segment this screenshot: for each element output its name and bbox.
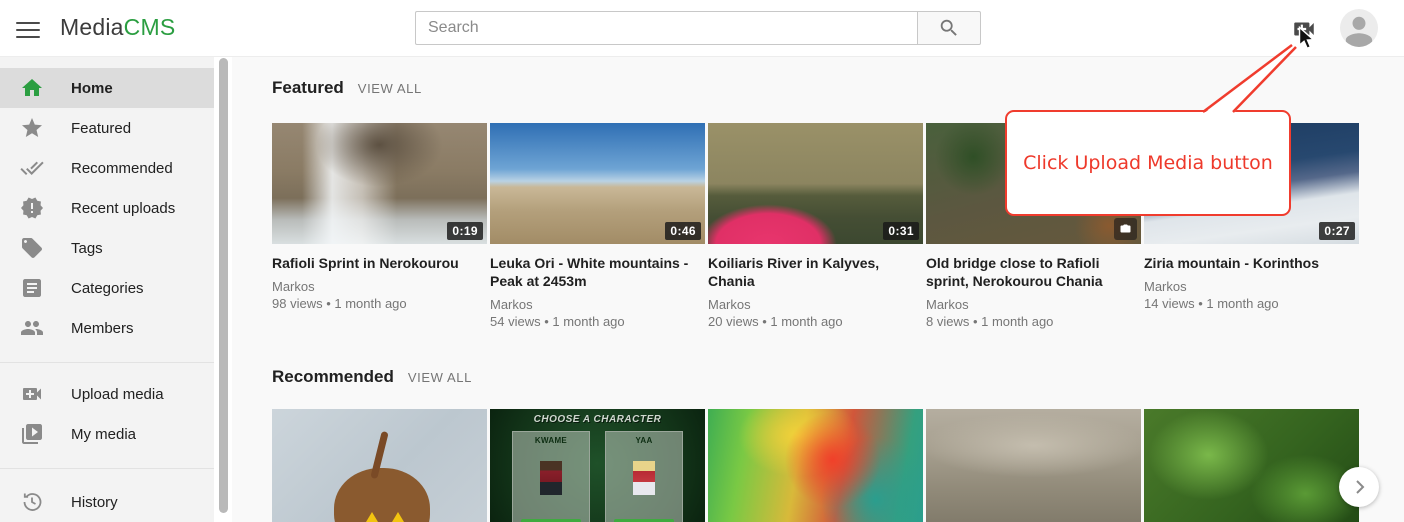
- annotation-text: Click Upload Media button: [1023, 152, 1273, 174]
- scrollbar-thumb[interactable]: [219, 58, 228, 513]
- character-panel: KWAME Selected: [512, 431, 590, 522]
- media-card: [272, 409, 487, 522]
- sidebar-label: Tags: [71, 240, 103, 257]
- media-title[interactable]: Ziria mountain - Korinthos: [1144, 254, 1359, 272]
- categories-icon: [20, 276, 44, 300]
- camera-icon: [1119, 223, 1132, 234]
- mouse-cursor: [1297, 26, 1319, 50]
- sidebar-item-members[interactable]: Members: [0, 308, 214, 348]
- new-releases-icon: [20, 196, 44, 220]
- logo-text-cms: CMS: [124, 14, 176, 40]
- view-all-link[interactable]: VIEW ALL: [358, 81, 422, 96]
- media-thumbnail[interactable]: 0:46: [490, 123, 705, 244]
- sidebar-label: My media: [71, 426, 136, 443]
- media-card: 0:46 Leuka Ori - White mountains - Peak …: [490, 123, 705, 330]
- duration-badge: 0:27: [1319, 222, 1355, 240]
- character-sprite: [540, 461, 562, 495]
- media-author[interactable]: Markos: [272, 278, 487, 295]
- duration-badge: 0:31: [883, 222, 919, 240]
- character-sprite: [633, 461, 655, 495]
- sidebar-label: Featured: [71, 120, 131, 137]
- annotation-callout: Click Upload Media button: [1005, 110, 1291, 216]
- media-author[interactable]: Markos: [708, 296, 923, 313]
- media-title[interactable]: Old bridge close to Rafioli sprint, Nero…: [926, 254, 1141, 290]
- media-title[interactable]: Leuka Ori - White mountains - Peak at 24…: [490, 254, 705, 290]
- sidebar-item-upload-media[interactable]: Upload media: [0, 374, 214, 414]
- sidebar-item-tags[interactable]: Tags: [0, 228, 214, 268]
- top-bar: MediaCMS: [0, 0, 1404, 57]
- duration-badge: 0:46: [665, 222, 701, 240]
- sidebar-item-featured[interactable]: Featured: [0, 108, 214, 148]
- done-all-icon: [20, 156, 44, 180]
- media-thumbnail[interactable]: 0:31: [708, 123, 923, 244]
- sidebar-scrollbar[interactable]: [214, 57, 232, 522]
- media-author[interactable]: Markos: [1144, 278, 1359, 295]
- media-meta: 98 views • 1 month ago: [272, 295, 487, 312]
- sidebar-label: History: [71, 494, 118, 511]
- star-icon: [20, 116, 44, 140]
- media-thumbnail[interactable]: [708, 409, 923, 522]
- media-card: 0:31 Koiliaris River in Kalyves, Chania …: [708, 123, 923, 330]
- media-meta: 8 views • 1 month ago: [926, 313, 1141, 330]
- media-card: [708, 409, 923, 522]
- image-type-badge: [1114, 218, 1137, 240]
- media-card: [1144, 409, 1359, 522]
- media-card: 0:19 Rafioli Sprint in Nerokourou Markos…: [272, 123, 487, 330]
- character-name: KWAME: [513, 436, 589, 445]
- media-thumbnail[interactable]: 0:19: [272, 123, 487, 244]
- sidebar-label: Members: [71, 320, 134, 337]
- media-meta: 14 views • 1 month ago: [1144, 295, 1359, 312]
- media-meta: 54 views • 1 month ago: [490, 313, 705, 330]
- media-thumbnail[interactable]: [272, 409, 487, 522]
- sidebar-item-my-media[interactable]: My media: [0, 414, 214, 454]
- media-card: [926, 409, 1141, 522]
- sidebar: Home Featured Recommended Recent uploads…: [0, 57, 214, 522]
- sidebar-label: Upload media: [71, 386, 164, 403]
- media-thumbnail[interactable]: CHOOSE A CHARACTER KWAME Selected YAA Se…: [490, 409, 705, 522]
- character-name: YAA: [606, 436, 682, 445]
- search-input[interactable]: [415, 11, 917, 45]
- media-author[interactable]: Markos: [926, 296, 1141, 313]
- media-author[interactable]: Markos: [490, 296, 705, 313]
- sidebar-label: Categories: [71, 280, 144, 297]
- person-icon: [1340, 9, 1378, 47]
- media-card: CHOOSE A CHARACTER KWAME Selected YAA Se…: [490, 409, 705, 522]
- recommended-section: Recommended VIEW ALL CHOOSE A CHARACTER …: [272, 367, 1404, 522]
- pumpkin-eyes-decor: [358, 508, 418, 522]
- sidebar-item-recommended[interactable]: Recommended: [0, 148, 214, 188]
- media-thumbnail[interactable]: [1144, 409, 1359, 522]
- media-thumbnail[interactable]: [926, 409, 1141, 522]
- people-icon: [20, 316, 44, 340]
- sidebar-label: Recommended: [71, 160, 173, 177]
- sidebar-item-recent-uploads[interactable]: Recent uploads: [0, 188, 214, 228]
- home-icon: [20, 76, 44, 100]
- user-avatar[interactable]: [1340, 9, 1378, 47]
- media-title[interactable]: Koiliaris River in Kalyves, Chania: [708, 254, 923, 290]
- search-button[interactable]: [917, 11, 981, 45]
- search-icon: [938, 17, 960, 39]
- tag-icon: [20, 236, 44, 260]
- video-library-icon: [20, 422, 44, 446]
- sidebar-label: Recent uploads: [71, 200, 175, 217]
- sidebar-item-categories[interactable]: Categories: [0, 268, 214, 308]
- logo-text-media: Media: [60, 14, 124, 40]
- sidebar-item-history[interactable]: History: [0, 482, 214, 522]
- search-bar: [415, 11, 981, 45]
- app-logo[interactable]: MediaCMS: [60, 14, 175, 41]
- character-panel: YAA Select: [605, 431, 683, 522]
- hamburger-menu-icon[interactable]: [16, 17, 40, 41]
- duration-badge: 0:19: [447, 222, 483, 240]
- media-title[interactable]: Rafioli Sprint in Nerokourou: [272, 254, 487, 272]
- history-icon: [20, 490, 44, 514]
- chevron-right-icon: [1347, 475, 1371, 499]
- section-title: Recommended: [272, 367, 394, 387]
- scroll-next-button[interactable]: [1339, 467, 1379, 507]
- thumbnail-overlay-text: CHOOSE A CHARACTER: [490, 414, 705, 425]
- upload-media-icon: [20, 382, 44, 406]
- sidebar-label: Home: [71, 80, 113, 97]
- view-all-link[interactable]: VIEW ALL: [408, 370, 472, 385]
- section-title: Featured: [272, 78, 344, 98]
- sidebar-item-home[interactable]: Home: [0, 68, 214, 108]
- media-meta: 20 views • 1 month ago: [708, 313, 923, 330]
